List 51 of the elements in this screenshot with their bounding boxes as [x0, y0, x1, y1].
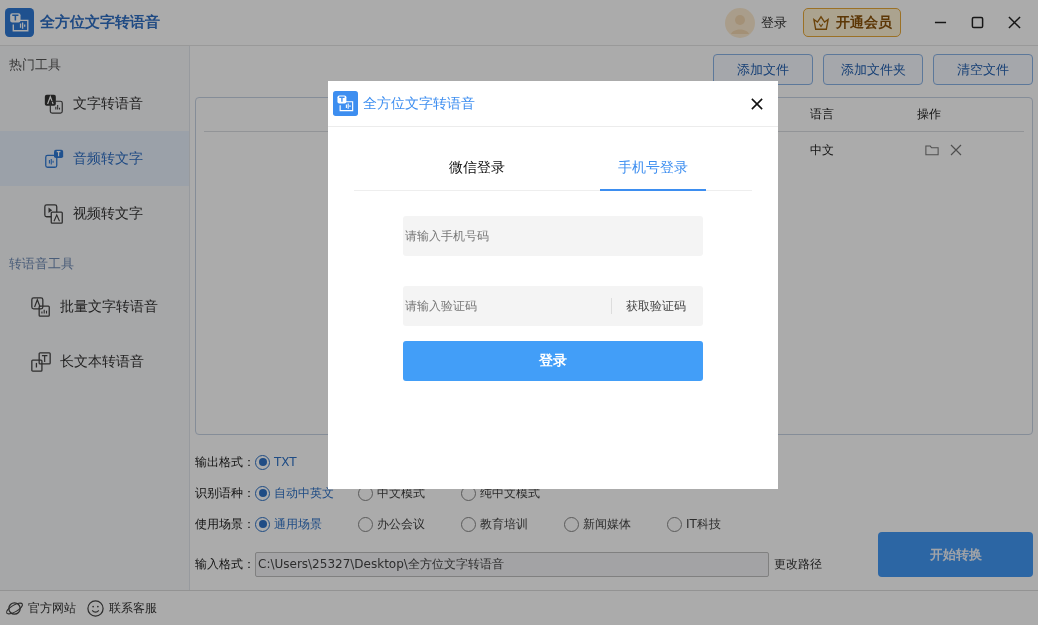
- option-label: 识别语种：: [195, 484, 255, 502]
- document-icon: [43, 202, 65, 225]
- option-label: 输入格式：: [195, 555, 255, 573]
- app-logo-icon: [333, 91, 358, 116]
- app-logo-icon: [5, 8, 34, 37]
- column-header: 操作: [917, 106, 942, 123]
- code-field[interactable]: 请输入验证码 获取验证码: [403, 286, 703, 326]
- sidebar-item[interactable]: 文字转语音: [0, 76, 189, 131]
- option-label: 输出格式：: [195, 453, 255, 471]
- smiley-icon: [86, 598, 105, 618]
- radio-option[interactable]: IT科技: [667, 515, 770, 533]
- sidebar-item[interactable]: 长文本转语音: [0, 334, 189, 389]
- toolbar-button[interactable]: 清空文件: [933, 54, 1033, 85]
- vip-button[interactable]: 开通会员: [803, 8, 901, 37]
- login-tab[interactable]: 手机号登录: [600, 147, 706, 191]
- maximize-icon[interactable]: [971, 16, 984, 29]
- folder-icon[interactable]: [925, 144, 939, 156]
- website-link[interactable]: 官方网站: [28, 599, 76, 617]
- radio-option[interactable]: 通用场景: [255, 515, 358, 533]
- app-title: 全方位文字转语音: [40, 13, 160, 32]
- radio-option[interactable]: TXT: [255, 454, 358, 470]
- radio-option[interactable]: 办公会议: [358, 515, 461, 533]
- path-field[interactable]: C:\Users\25327\Desktop\全方位文字转语音: [255, 551, 769, 577]
- option-label: 使用场景：: [195, 515, 255, 533]
- toolbar-button[interactable]: 添加文件: [713, 54, 813, 85]
- toolbar-button[interactable]: 添加文件夹: [823, 54, 923, 85]
- dialog-title: 全方位文字转语音: [363, 94, 475, 113]
- phone-field[interactable]: 请输入手机号码: [403, 216, 703, 256]
- audio-text-icon: [43, 147, 65, 170]
- radio-option[interactable]: 新闻媒体: [564, 515, 667, 533]
- delete-icon[interactable]: [949, 144, 963, 156]
- get-code-link[interactable]: 获取验证码: [611, 298, 701, 314]
- login-link[interactable]: 登录: [761, 13, 787, 32]
- column-header: 语言: [810, 106, 835, 123]
- change-path-link[interactable]: 更改路径: [774, 555, 822, 573]
- radio-option[interactable]: 教育培训: [461, 515, 564, 533]
- crown-icon: [812, 14, 830, 31]
- sidebar-section-title: 热门工具: [8, 56, 62, 74]
- login-tab[interactable]: 微信登录: [424, 147, 530, 191]
- close-icon[interactable]: [1008, 16, 1021, 29]
- radio-option[interactable]: 自动中英文: [255, 484, 358, 502]
- sidebar-section-title: 转语音工具: [8, 255, 75, 273]
- document-icon: [30, 350, 52, 373]
- sidebar-item[interactable]: 视频转文字: [0, 186, 189, 241]
- close-icon[interactable]: [751, 97, 763, 110]
- document-icon: [43, 92, 65, 115]
- sidebar-item[interactable]: 批量文字转语音: [0, 279, 189, 334]
- table-cell-text: 中文: [810, 141, 835, 159]
- support-link[interactable]: 联系客服: [109, 599, 157, 617]
- document-icon: [30, 295, 52, 318]
- sidebar-item[interactable]: 音频转文字: [0, 131, 189, 186]
